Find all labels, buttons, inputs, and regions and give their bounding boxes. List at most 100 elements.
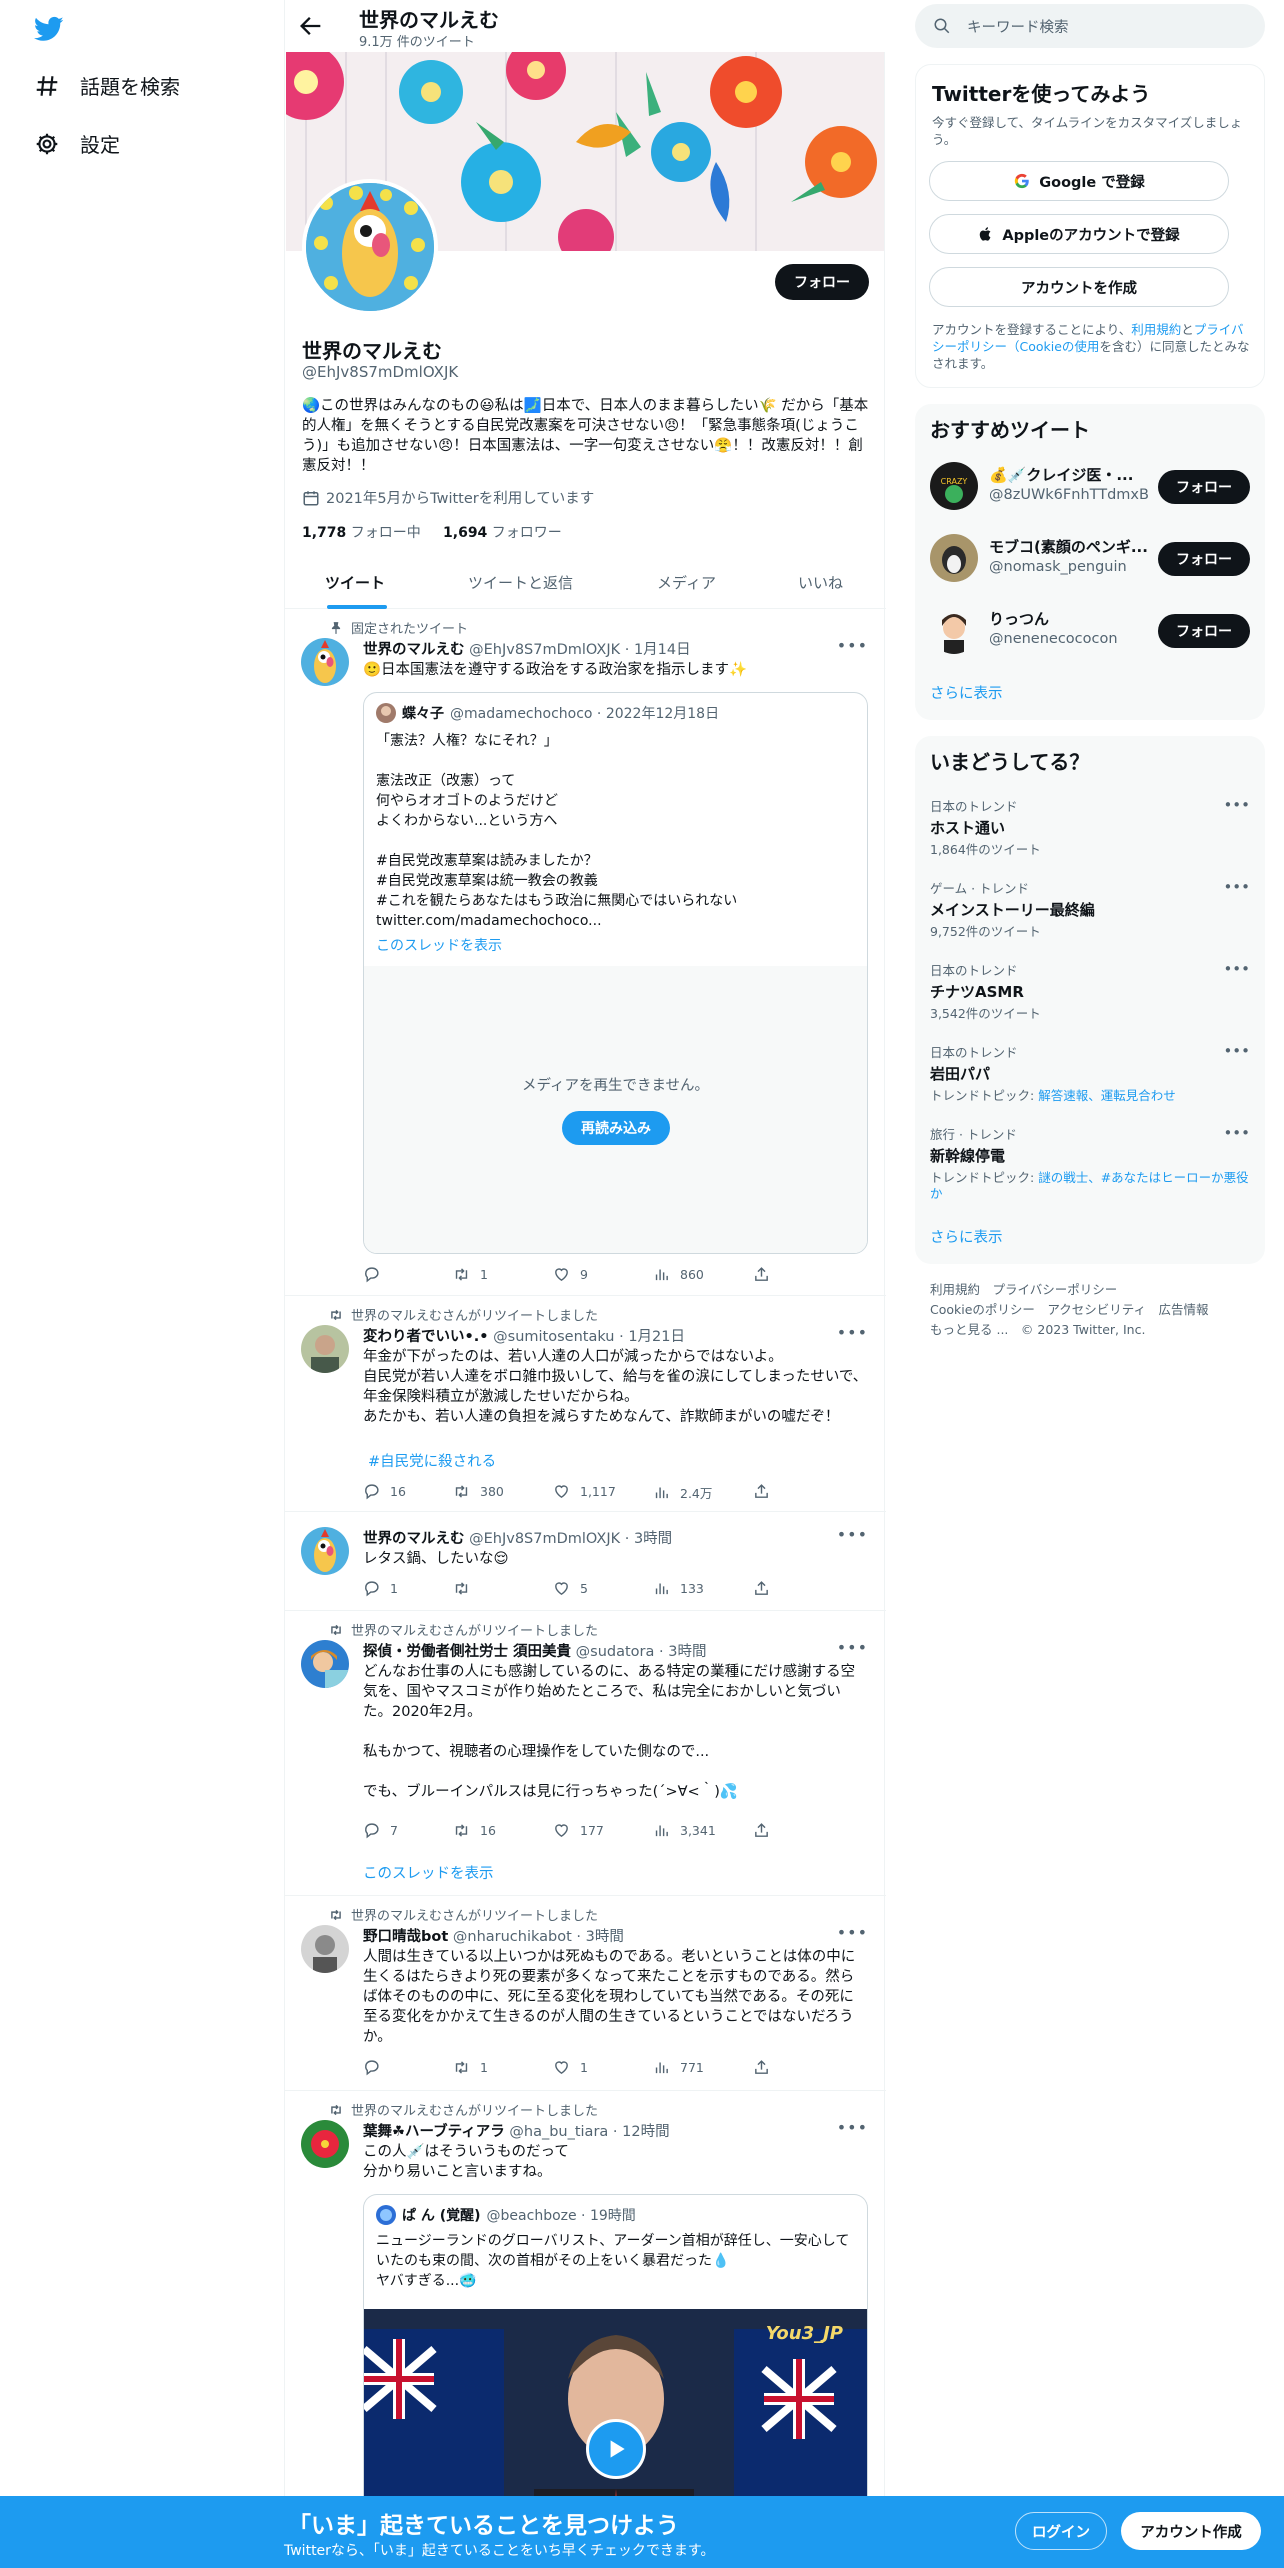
share-button[interactable] <box>753 2059 770 2076</box>
reply-button[interactable] <box>363 2059 390 2076</box>
like-button[interactable]: 5 <box>553 1580 588 1597</box>
reply-button[interactable]: 7 <box>363 1822 398 1839</box>
tweet-author-name[interactable]: 変わり者でいい•.• <box>363 1329 489 1345</box>
trend-item[interactable]: 旅行 · トレンド 新幹線停電 トレンドトピック: 謎の戦士、#あなたはヒーロー… <box>930 1124 1250 1202</box>
footer-line[interactable]: 利用規約 プライバシーポリシー <box>930 1280 1260 1300</box>
play-button[interactable] <box>586 2419 646 2479</box>
footer-line[interactable]: もっと見る ... © 2023 Twitter, Inc. <box>930 1320 1260 1340</box>
google-signup-button[interactable]: Google で登録 <box>929 161 1229 201</box>
show-thread-link[interactable]: このスレッドを表示 <box>376 935 502 955</box>
views-button[interactable]: 3,341 <box>653 1822 716 1839</box>
nav-settings[interactable]: 設定 <box>34 129 120 158</box>
tab-media[interactable]: メディア <box>657 572 716 593</box>
recommended-account[interactable]: りっつん @nenenecococon フォロー <box>930 606 1250 660</box>
footer-line[interactable]: Cookieのポリシー アクセシビリティ 広告情報 <box>930 1300 1260 1320</box>
recommended-account[interactable]: CRAZY 💰💉クレイジ医・... @8zUWk6FnhTTdmxB フォロー <box>930 462 1250 516</box>
active-tab-indicator <box>327 605 387 609</box>
tweet-pinned[interactable]: 固定されたツイート 世界のマルえむ @EhJv8S7mDmlOXJK · 1月1… <box>285 610 886 1296</box>
tweet-avatar[interactable] <box>301 1527 349 1575</box>
tweet-avatar[interactable] <box>301 1325 349 1373</box>
trends-show-more[interactable]: さらに表示 <box>930 1226 1003 1247</box>
share-button[interactable] <box>753 1822 770 1839</box>
tweet-avatar[interactable] <box>301 1925 349 1973</box>
signup-button[interactable]: アカウント作成 <box>1121 2512 1261 2550</box>
reply-button[interactable]: 1 <box>363 1580 398 1597</box>
like-button[interactable]: 1,117 <box>553 1483 616 1500</box>
tweet-author-name[interactable]: 葉舞☘ハーブティアラ <box>363 2124 505 2140</box>
quoted-tweet[interactable]: 蝶々子 @madamechochoco · 2022年12月18日 「憲法？人権？… <box>363 692 868 1254</box>
trend-item[interactable]: 日本のトレンド ホスト通い 1,864件のツイート ••• <box>930 796 1250 858</box>
profile-avatar[interactable] <box>302 179 438 315</box>
login-button[interactable]: ログイン <box>1015 2512 1107 2550</box>
recommended-title: おすすめツイート <box>930 418 1090 442</box>
more-icon[interactable]: ••• <box>1223 796 1250 814</box>
more-icon[interactable]: ••• <box>837 2118 868 2137</box>
recommended-show-more[interactable]: さらに表示 <box>930 682 1003 703</box>
tweet-text: 年金が下がったのは、若い人達の人口が減ったからではないよ。 自民党が若い人達をボ… <box>363 1349 868 1425</box>
share-button[interactable] <box>753 1266 770 1283</box>
retweet-button[interactable]: 1 <box>453 1266 488 1283</box>
retweet-button[interactable]: 16 <box>453 1822 496 1839</box>
tweet-avatar[interactable] <box>301 1640 349 1688</box>
tweet-retweet-3[interactable]: 世界のマルえむさんがリツイートしました 野口晴哉bot @nharuchikab… <box>285 1897 886 2091</box>
reload-button[interactable]: 再読み込み <box>562 1111 670 1145</box>
retweet-button[interactable]: 380 <box>453 1483 504 1500</box>
search-input[interactable]: キーワード検索 <box>967 16 1069 37</box>
share-button[interactable] <box>753 1580 770 1597</box>
nav-explore[interactable]: 話題を検索 <box>34 71 180 100</box>
tweet-retweet-2[interactable]: 世界のマルえむさんがリツイートしました 探偵・労働者側社労士 須田美貴 @sud… <box>285 1612 886 1896</box>
reply-button[interactable]: 16 <box>363 1483 406 1500</box>
views-button[interactable]: 2.4万 <box>653 1483 712 1502</box>
more-icon[interactable]: ••• <box>1223 960 1250 978</box>
more-icon[interactable]: ••• <box>1223 1124 1250 1142</box>
more-icon[interactable]: ••• <box>837 1923 868 1942</box>
tweet-retweet-1[interactable]: 世界のマルえむさんがリツイートしました 変わり者でいい•.• @sumitose… <box>285 1297 886 1512</box>
hashtag-link[interactable]: #自民党に殺される <box>368 1450 496 1471</box>
recommended-account[interactable]: モブコ(素顔のペンギ... @nomask_penguin フォロー <box>930 534 1250 588</box>
follow-button[interactable]: フォロー <box>1158 542 1250 576</box>
tweet-avatar[interactable] <box>301 2120 349 2168</box>
twitter-bird-icon[interactable] <box>32 14 66 44</box>
signup-title: Twitterを使ってみよう <box>932 82 1151 106</box>
more-icon[interactable]: ••• <box>837 1323 868 1342</box>
tweet-own[interactable]: 世界のマルえむ @EhJv8S7mDmlOXJK · 3時間 ••• レタス鍋、… <box>285 1513 886 1611</box>
like-button[interactable]: 9 <box>553 1266 588 1283</box>
views-button[interactable]: 771 <box>653 2059 704 2076</box>
tweet-author-name[interactable]: 探偵・労働者側社労士 須田美貴 <box>363 1644 571 1660</box>
trend-item[interactable]: ゲーム · トレンド メインストーリー最終編 9,752件のツイート ••• <box>930 878 1250 940</box>
following-link[interactable]: 1,778 フォロー中 <box>302 525 421 541</box>
more-icon[interactable]: ••• <box>837 636 868 655</box>
follow-button[interactable]: フォロー <box>1158 614 1250 648</box>
views-button[interactable]: 860 <box>653 1266 704 1283</box>
more-icon[interactable]: ••• <box>837 1525 868 1544</box>
reply-button[interactable] <box>363 1266 390 1283</box>
like-button[interactable]: 177 <box>553 1822 604 1839</box>
back-arrow-icon[interactable] <box>297 12 325 40</box>
retweet-button[interactable] <box>453 1580 480 1597</box>
more-icon[interactable]: ••• <box>1223 878 1250 896</box>
tab-likes[interactable]: いいね <box>798 572 843 593</box>
tab-tweets[interactable]: ツイート <box>325 572 385 593</box>
tweet-author-name[interactable]: 世界のマルえむ <box>363 1531 465 1547</box>
tweet-avatar[interactable] <box>301 638 349 686</box>
follow-button[interactable]: フォロー <box>1158 470 1250 504</box>
views-button[interactable]: 133 <box>653 1580 704 1597</box>
terms-link[interactable]: 利用規約 <box>1131 322 1181 337</box>
search-box[interactable]: キーワード検索 <box>915 4 1265 48</box>
like-button[interactable]: 1 <box>553 2059 588 2076</box>
apple-signup-button[interactable]: Appleのアカウントで登録 <box>929 214 1229 254</box>
retweet-icon <box>331 1624 341 1635</box>
tweet-author-name[interactable]: 世界のマルえむ <box>363 642 465 658</box>
create-account-button[interactable]: アカウントを作成 <box>929 267 1229 307</box>
trend-item[interactable]: 日本のトレンド 岩田パパ トレンドトピック: 解答速報、運転見合わせ ••• <box>930 1042 1250 1104</box>
tab-tweets-replies[interactable]: ツイートと返信 <box>468 572 573 593</box>
more-icon[interactable]: ••• <box>837 1638 868 1657</box>
more-icon[interactable]: ••• <box>1223 1042 1250 1060</box>
follow-button[interactable]: フォロー <box>775 264 869 300</box>
retweet-button[interactable]: 1 <box>453 2059 488 2076</box>
tweet-author-name[interactable]: 野口晴哉bot <box>363 1929 448 1945</box>
trend-item[interactable]: 日本のトレンド チナツASMR 3,542件のツイート ••• <box>930 960 1250 1022</box>
followers-link[interactable]: 1,694 フォロワー <box>443 525 562 541</box>
share-button[interactable] <box>753 1483 770 1500</box>
show-thread-link[interactable]: このスレッドを表示 <box>363 1862 494 1883</box>
